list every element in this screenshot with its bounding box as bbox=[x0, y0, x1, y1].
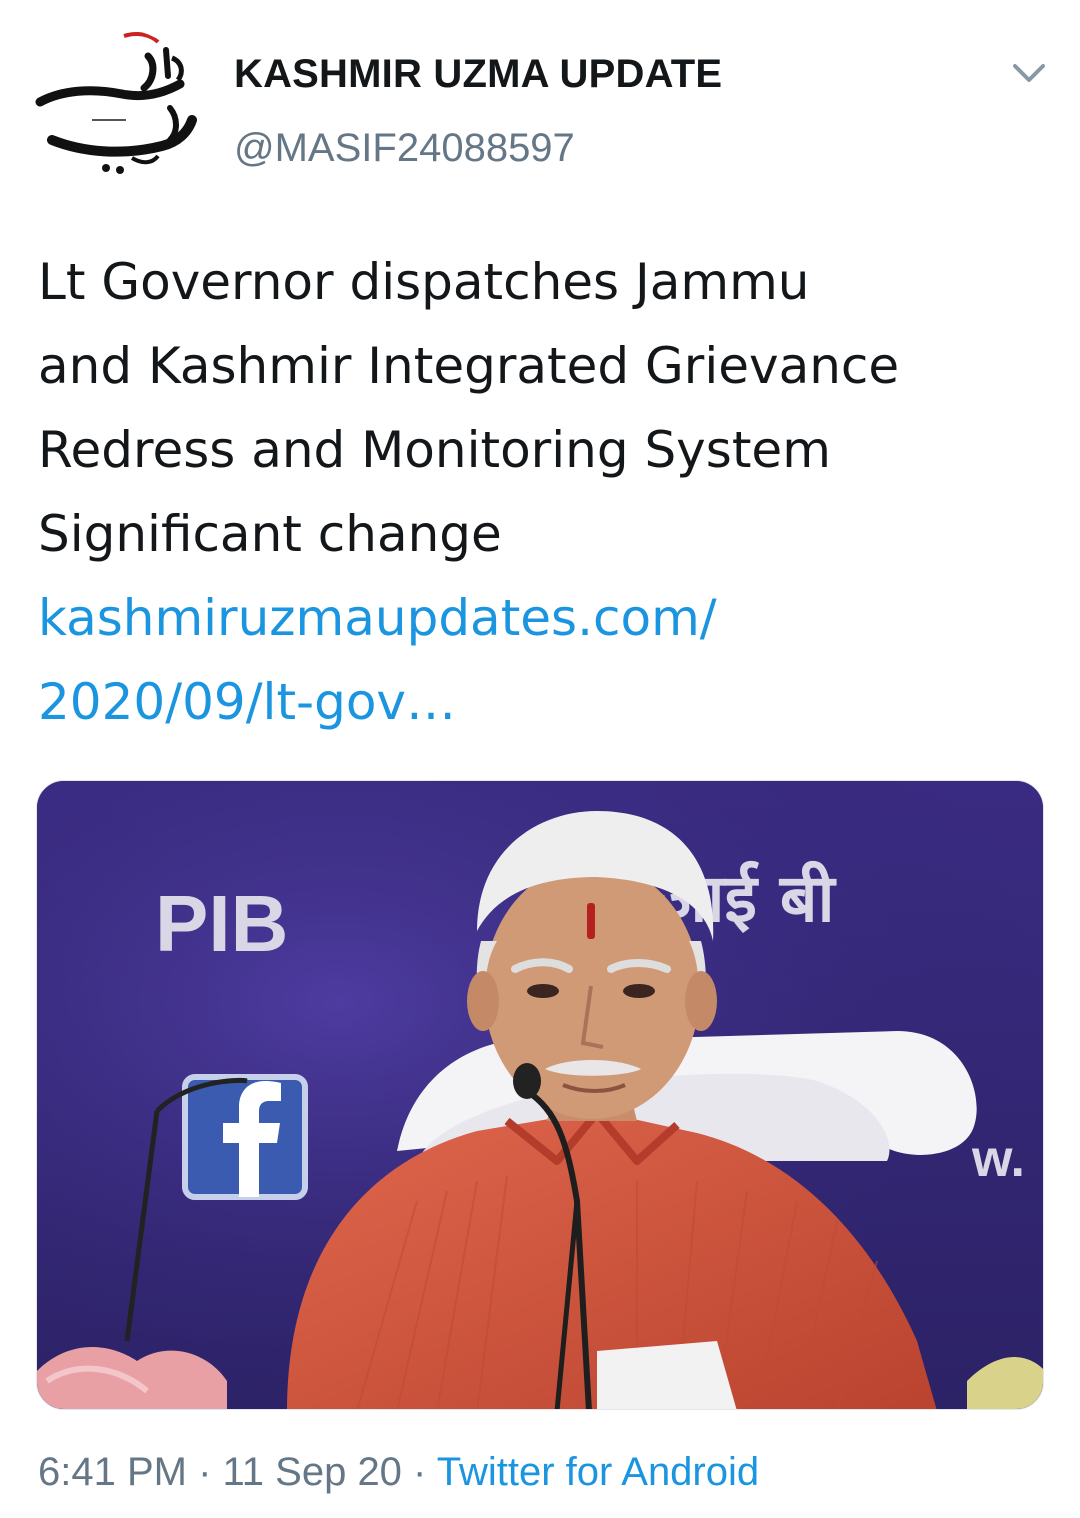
tweet-text-line: and Kashmir Integrated Grievance bbox=[38, 337, 900, 395]
author-handle[interactable]: @MASIF24088597 bbox=[234, 126, 575, 171]
chevron-down-icon[interactable] bbox=[1006, 54, 1052, 94]
meta-separator: · bbox=[186, 1450, 223, 1494]
tweet-text-line: Significant change bbox=[38, 505, 502, 563]
avatar[interactable] bbox=[32, 28, 200, 196]
tweet-text-line: Lt Governor dispatches Jammu bbox=[38, 253, 810, 311]
tweet-text: Lt Governor dispatches Jammu and Kashmir… bbox=[38, 240, 1048, 744]
tweet-card: KASHMIR UZMA UPDATE @MASIF24088597 Lt Go… bbox=[0, 0, 1080, 1518]
tweet-media-photo[interactable]: PIB आई बी w. bbox=[36, 780, 1044, 1410]
tweet-meta: 6:41 PM · 11 Sep 20 · Twitter for Androi… bbox=[38, 1450, 759, 1495]
backdrop-text-pib: PIB bbox=[155, 879, 288, 968]
tweet-source-link[interactable]: Twitter for Android bbox=[437, 1450, 759, 1494]
tweet-link-line[interactable]: kashmiruzmaupdates.com/ bbox=[38, 589, 717, 647]
backdrop-text-edge: w. bbox=[971, 1130, 1025, 1188]
tweet-link-line[interactable]: 2020/09/lt-gov… bbox=[38, 673, 456, 731]
urdu-calligraphy-logo bbox=[32, 28, 200, 196]
facebook-icon bbox=[182, 1074, 308, 1200]
tweet-time[interactable]: 6:41 PM bbox=[38, 1450, 187, 1494]
meta-separator: · bbox=[401, 1450, 437, 1494]
tweet-text-line: Redress and Monitoring System bbox=[38, 421, 831, 479]
photo-speaker-at-podium: PIB आई बी w. bbox=[37, 781, 1043, 1409]
author-display-name[interactable]: KASHMIR UZMA UPDATE bbox=[234, 52, 722, 97]
tweet-date[interactable]: 11 Sep 20 bbox=[223, 1450, 402, 1494]
tweet-link[interactable]: kashmiruzmaupdates.com/ 2020/09/lt-gov… bbox=[38, 576, 1048, 744]
